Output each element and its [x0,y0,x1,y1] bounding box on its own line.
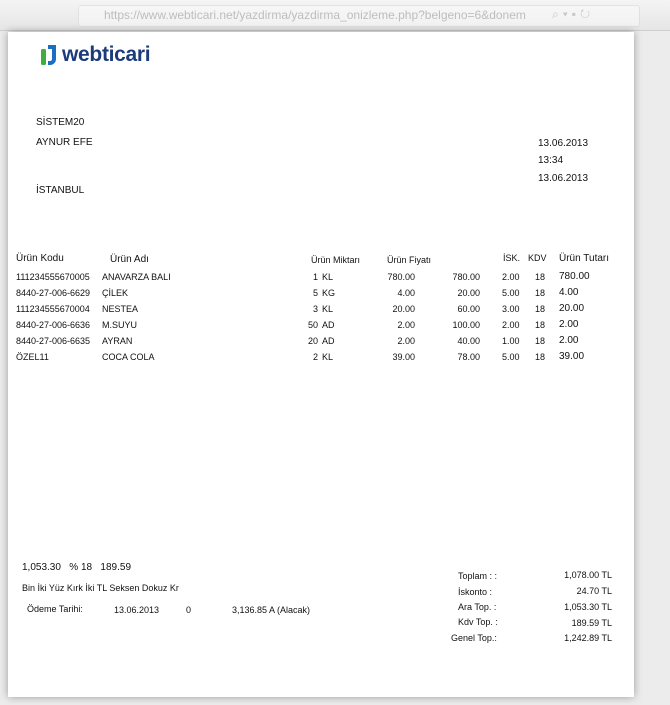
row-code: 8440-27-006-6636 [16,320,91,330]
refresh-icon[interactable]: ↻ [580,7,594,21]
row-unit: KL [322,352,334,362]
vat-amount: 189.59 [100,562,132,573]
row-price: 2.00 [397,336,415,346]
row-price: 20.00 [392,304,415,314]
row-name: NESTEA [102,304,139,314]
total-value: 1,078.00 TL [564,570,612,580]
row-price: 780.00 [387,272,415,282]
logo-mark-icon [41,45,56,65]
row-code: ÖZEL11 [16,352,49,362]
payment-date-label: Ödeme Tarihi: [27,604,83,614]
row-discount: 5.00 [502,288,520,298]
row-discount: 1.00 [502,336,520,346]
delivery-date: 13.06.2013 [538,173,589,184]
row-vat: 18 [535,272,546,282]
row-vat: 18 [535,320,546,330]
vat-rate: % 18 [69,562,93,573]
print-preview-page [8,32,634,697]
dropdown-icon[interactable]: ▾ [563,7,572,21]
row-total: 20.00 [559,303,585,314]
total-label: Toplam : : [458,571,498,581]
customer-name: AYNUR EFE [36,137,93,148]
document-time: 13:34 [538,155,564,166]
address-bar-icons: ⌕▾▪↻ [552,7,594,22]
row-qty: 3 [312,304,318,314]
row-vat: 18 [535,304,546,314]
header-total: Ürün Tutarı [559,253,610,264]
header-quantity: Ürün Miktarı [311,255,361,265]
grand-total-value: 1,242.89 TL [564,633,612,643]
document-date: 13.06.2013 [538,138,589,149]
row-unit: KL [322,272,334,282]
vat-total-label: Kdv Top. : [458,617,498,627]
header-product-name: Ürün Adı [110,254,149,265]
payment-date: 13.06.2013 [114,605,160,615]
header-discount: İSK. [503,253,521,263]
header-vat: KDV [528,253,547,263]
row-total: 2.00 [559,335,579,346]
row-code: 8440-27-006-6635 [16,336,91,346]
row-discount: 2.00 [502,272,520,282]
row-discount: 3.00 [502,304,520,314]
customer-code: SİSTEM20 [36,117,85,128]
row-name: COCA COLA [102,352,155,362]
subtotal-value: 1,053.30 TL [564,602,612,612]
row-name: AYRAN [102,336,133,346]
row-amount: 100.00 [452,320,480,330]
search-icon[interactable]: ⌕ [552,7,563,21]
row-qty: 2 [312,352,318,362]
row-total: 39.00 [559,351,585,362]
row-discount: 2.00 [502,320,520,330]
row-unit: AD [322,336,335,346]
row-total: 780.00 [559,271,590,282]
row-qty: 20 [307,336,318,346]
row-name: ÇİLEK [102,288,129,298]
row-price: 4.00 [397,288,415,298]
row-unit: KG [322,288,336,298]
payment-days: 0 [186,605,192,615]
row-qty: 50 [307,320,318,330]
row-name: M.SUYU [102,320,138,330]
row-code: 8440-27-006-6629 [16,288,91,298]
grand-total-label: Genel Top.: [451,633,497,643]
row-amount: 20.00 [457,288,480,298]
customer-city: İSTANBUL [36,185,85,196]
logo-text: webticari [62,43,151,66]
subtotal-label: Ara Top. : [458,602,497,612]
row-total: 4.00 [559,287,579,298]
row-vat: 18 [535,336,546,346]
row-vat: 18 [535,352,546,362]
row-amount: 780.00 [452,272,480,282]
row-name: ANAVARZA BALI [102,272,171,282]
amount-in-words: Bin İki Yüz Kırk İki TL Seksen Dokuz Kr [22,583,179,593]
row-unit: AD [322,320,335,330]
row-qty: 5 [312,288,318,298]
row-unit: KL [322,304,334,314]
vat-total-value: 189.59 TL [571,618,612,628]
header-price: Ürün Fiyatı [387,255,432,265]
discount-value: 24.70 TL [576,586,612,596]
webticari-logo: webticari [40,43,151,66]
row-price: 2.00 [397,320,415,330]
row-amount: 78.00 [457,352,480,362]
discount-label: İskonto : [458,587,493,597]
vat-summary: 1,053.30 % 18 189.59 [22,562,131,573]
header-product-code: Ürün Kodu [16,253,64,264]
row-qty: 1 [312,272,318,282]
row-amount: 40.00 [457,336,480,346]
vat-base: 1,053.30 [22,562,61,573]
row-price: 39.00 [392,352,415,362]
row-total: 2.00 [559,319,579,330]
row-vat: 18 [535,288,546,298]
address-url: https://www.webticari.net/yazdirma/yazdi… [104,8,526,22]
row-code: 111234555670004 [16,304,90,314]
row-code: 111234555670005 [16,272,90,282]
row-amount: 60.00 [457,304,480,314]
lock-icon: ▪ [571,7,581,21]
row-discount: 5.00 [502,352,520,362]
account-balance: 3,136.85 A (Alacak) [232,605,311,615]
